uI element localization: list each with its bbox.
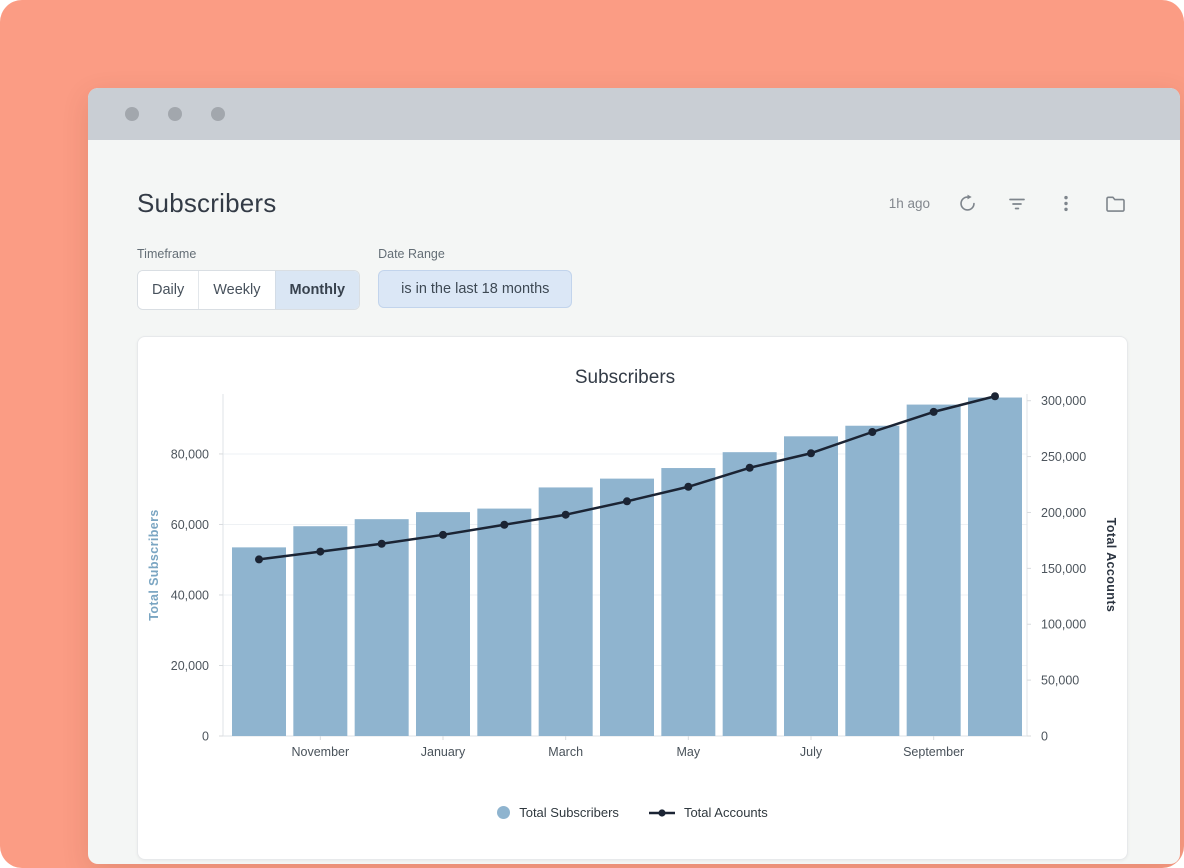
segment-monthly[interactable]: Monthly [275,271,360,309]
chart-title: Subscribers [575,367,675,388]
line-point[interactable] [746,464,754,472]
window-titlebar [88,88,1180,140]
timeframe-filter: Timeframe Daily Weekly Monthly [137,247,360,310]
legend-label: Total Accounts [684,805,768,820]
line-point[interactable] [439,531,447,539]
svg-text:40,000: 40,000 [171,588,209,602]
segment-daily[interactable]: Daily [138,271,198,309]
svg-text:March: March [548,745,583,759]
line-point[interactable] [316,548,324,556]
more-options-button[interactable] [1055,192,1077,215]
window-control-dot[interactable] [168,107,182,121]
svg-text:May: May [677,745,701,759]
page-header: Subscribers 1h ago [137,188,1128,219]
line-point[interactable] [807,449,815,457]
date-range-label: Date Range [378,247,572,261]
date-range-button[interactable]: is in the last 18 months [378,270,572,308]
line-point[interactable] [378,540,386,548]
bar[interactable] [907,405,961,736]
line-point[interactable] [868,428,876,436]
line-series-swatch [649,807,675,819]
kebab-menu-icon [1057,194,1075,213]
line-point[interactable] [500,521,508,529]
bar[interactable] [355,519,409,736]
bar[interactable] [477,509,531,736]
page-content: Subscribers 1h ago [88,188,1180,860]
window-control-dot[interactable] [211,107,225,121]
legend-label: Total Subscribers [519,805,619,820]
filter-bar: Timeframe Daily Weekly Monthly Date Rang… [137,247,1128,310]
svg-text:60,000: 60,000 [171,518,209,532]
svg-text:July: July [800,745,823,759]
refresh-button[interactable] [956,192,979,215]
line-point[interactable] [255,555,263,563]
last-updated-text: 1h ago [889,196,930,211]
chart-card: Subscribers 0 20,000 40,000 60,000 80,000 0 50,… [137,336,1128,860]
bar[interactable] [968,398,1022,736]
bar[interactable] [416,512,470,736]
bar[interactable] [845,426,899,736]
subscribers-chart: Subscribers 0 20,000 40,000 60,000 80,000 0 50,… [138,337,1127,779]
bar[interactable] [723,452,777,736]
timeframe-label: Timeframe [137,247,360,261]
date-range-filter: Date Range is in the last 18 months [378,247,572,310]
header-actions: 1h ago [889,192,1128,216]
filter-lines-icon [1007,194,1027,214]
refresh-icon [958,194,977,213]
right-axis-label: Total Accounts [1104,518,1118,613]
svg-text:November: November [291,745,349,759]
bar-series-swatch [497,806,510,819]
legend-item-total-subscribers[interactable]: Total Subscribers [497,805,619,820]
svg-text:250,000: 250,000 [1041,450,1086,464]
svg-text:0: 0 [1041,730,1048,744]
folder-button[interactable] [1103,192,1128,215]
svg-text:100,000: 100,000 [1041,618,1086,632]
bar[interactable] [600,479,654,736]
bar[interactable] [293,526,347,736]
chart-legend: Total Subscribers Total Accounts [138,805,1127,820]
filter-button[interactable] [1005,192,1029,216]
svg-text:150,000: 150,000 [1041,562,1086,576]
timeframe-segmented-control: Daily Weekly Monthly [137,270,360,310]
bar[interactable] [539,487,593,736]
folder-icon [1105,194,1126,213]
svg-text:80,000: 80,000 [171,447,209,461]
segment-weekly[interactable]: Weekly [198,271,274,309]
line-point[interactable] [623,497,631,505]
page-background: Subscribers 1h ago [0,0,1184,868]
line-point[interactable] [930,408,938,416]
bar[interactable] [661,468,715,736]
svg-text:50,000: 50,000 [1041,674,1079,688]
svg-text:January: January [421,745,466,759]
svg-text:0: 0 [202,730,209,744]
left-axis-label: Total Subscribers [147,509,161,620]
bar[interactable] [232,547,286,736]
line-point[interactable] [562,511,570,519]
line-point[interactable] [684,483,692,491]
svg-text:200,000: 200,000 [1041,506,1086,520]
bar[interactable] [784,436,838,736]
svg-text:20,000: 20,000 [171,659,209,673]
window-control-dot[interactable] [125,107,139,121]
browser-window: Subscribers 1h ago [88,88,1180,864]
svg-text:300,000: 300,000 [1041,394,1086,408]
line-point[interactable] [991,392,999,400]
legend-item-total-accounts[interactable]: Total Accounts [649,805,768,820]
svg-text:September: September [903,745,964,759]
page-title: Subscribers [137,188,276,219]
